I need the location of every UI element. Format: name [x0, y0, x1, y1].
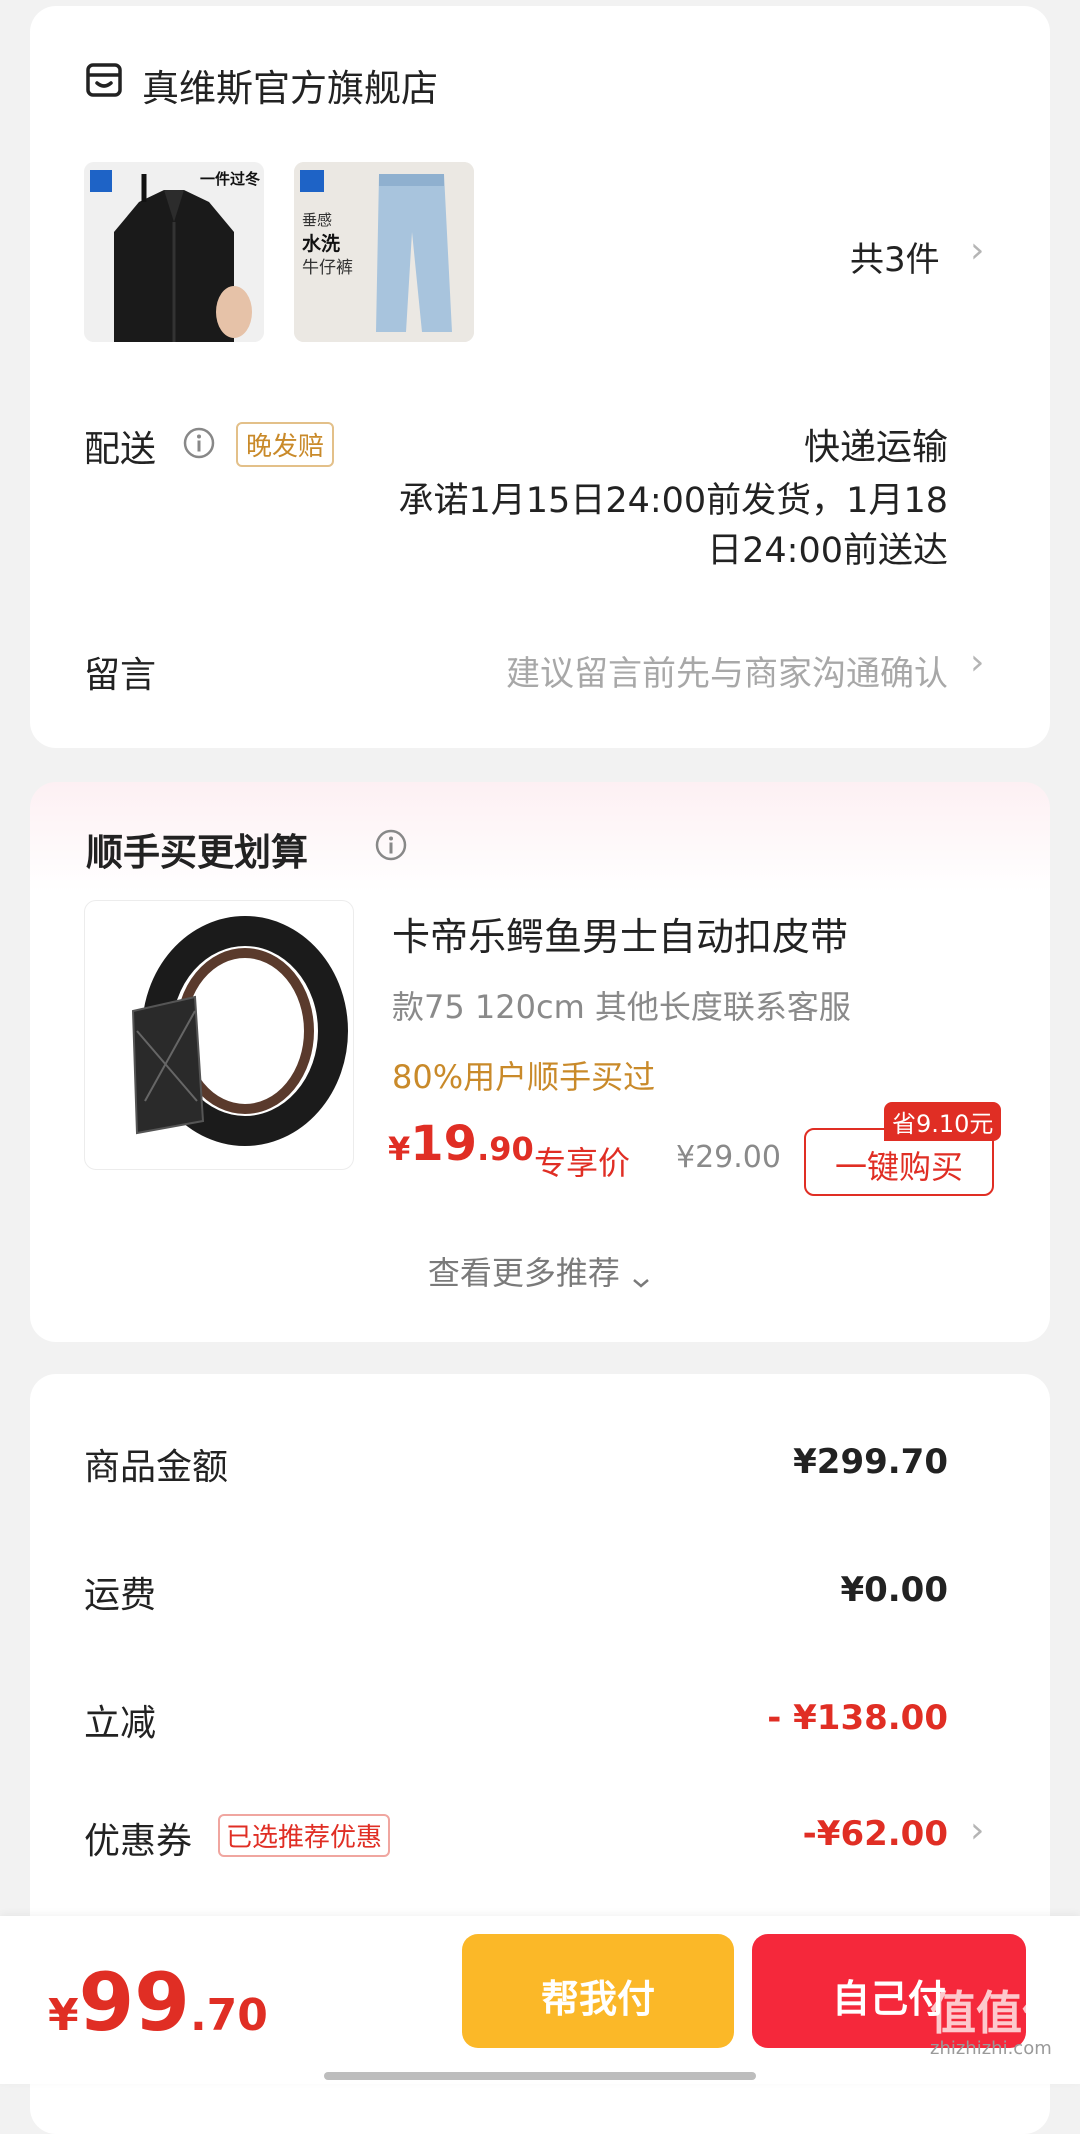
delivery-promise-line1: 承诺1月15日24:00前发货，1月18: [398, 481, 948, 521]
watermark-url: zhizhizhi.com: [930, 2038, 1052, 2059]
recommend-card: 顺手买更划算 卡帝乐鳄鱼男士自动扣皮带 款75 120cm 其他长度联系客服 8…: [30, 782, 1050, 1342]
total-price-dec: .70: [189, 1990, 268, 2041]
save-amount-badge: 省9.10元: [884, 1102, 1002, 1141]
message-label: 留言: [84, 655, 157, 696]
thumb-jeans-line3: 牛仔裤: [302, 258, 353, 278]
product-thumb-jeans[interactable]: 垂感 水洗 牛仔裤: [294, 162, 474, 342]
summary-coupon-label: 优惠券: [84, 1821, 193, 1862]
delivery-promise-line2: 日24:00前送达: [707, 531, 948, 571]
total-price: ¥99.70: [48, 1956, 268, 2049]
recommend-price-symbol: ¥: [388, 1130, 411, 1168]
help-pay-button[interactable]: 帮我付: [462, 1934, 734, 2048]
thumb-jeans-text: 垂感 水洗 牛仔裤: [302, 208, 353, 280]
total-price-int: 99: [78, 1956, 190, 2049]
summary-shipping-label: 运费: [84, 1575, 157, 1616]
message-input[interactable]: 建议留言前先与商家沟通确认: [506, 646, 948, 695]
info-icon[interactable]: [182, 426, 216, 460]
thumb-jeans-line2: 水洗: [302, 233, 341, 255]
recommend-original-price: ¥29.00: [676, 1140, 781, 1175]
recommend-social-proof: 80%用户顺手买过: [392, 1058, 656, 1096]
summary-goods-label: 商品金额: [84, 1447, 229, 1488]
summary-coupon-value[interactable]: -¥62.00: [803, 1814, 948, 1854]
summary-goods-value: ¥299.70: [793, 1442, 948, 1482]
watermark: 值值值 zhizhizhi.com: [930, 1990, 1068, 2058]
coupon-recommended-badge[interactable]: 已选推荐优惠: [218, 1814, 391, 1857]
see-more-label: 查看更多推荐: [427, 1254, 620, 1292]
chevron-down-icon: [630, 1264, 652, 1288]
summary-discount-label: 立减: [84, 1703, 157, 1744]
recommend-title: 顺手买更划算: [86, 831, 308, 874]
recommend-price-dec: .90: [477, 1130, 534, 1168]
watermark-main: 值值值: [930, 1986, 1068, 2040]
delivery-label: 配送: [84, 429, 157, 470]
item-count-chevron-icon[interactable]: ›: [970, 230, 984, 271]
recommend-info-icon[interactable]: [374, 828, 408, 862]
total-price-symbol: ¥: [48, 1990, 79, 2041]
thumb-jeans-line1: 垂感: [302, 211, 333, 229]
delivery-method: 快递运输: [803, 427, 948, 468]
see-more-recommend[interactable]: 查看更多推荐: [30, 1248, 1050, 1294]
summary-discount-value: - ¥138.00: [767, 1698, 948, 1738]
recommend-price: ¥19.90: [388, 1116, 534, 1172]
recommend-price-int: 19: [410, 1116, 478, 1172]
one-click-buy-label: 一键购买: [834, 1148, 963, 1186]
summary-shipping-value: ¥0.00: [840, 1570, 948, 1610]
order-store-card: 真维斯官方旗舰店 一件过冬 垂感 水洗 牛仔裤 共3件 › 配送 晚发赔 快递运…: [30, 6, 1050, 748]
item-count[interactable]: 共3件: [850, 232, 940, 281]
store-icon: [84, 60, 124, 100]
recommend-product-image[interactable]: [84, 900, 354, 1170]
message-chevron-icon[interactable]: ›: [970, 642, 984, 683]
recommend-item-name[interactable]: 卡帝乐鳄鱼男士自动扣皮带: [392, 906, 848, 961]
home-indicator: [324, 2072, 756, 2080]
store-name[interactable]: 真维斯官方旗舰店: [142, 58, 438, 112]
help-pay-label: 帮我付: [540, 1977, 655, 2021]
recommend-price-label: 专享价: [534, 1144, 631, 1182]
recommend-item-spec[interactable]: 款75 120cm 其他长度联系客服: [392, 982, 851, 1028]
coupon-chevron-icon[interactable]: ›: [970, 1810, 984, 1851]
product-thumb-jacket[interactable]: 一件过冬: [84, 162, 264, 342]
checkout-bar: ¥99.70 帮我付 自己付 值值值 zhizhizhi.com: [0, 1916, 1080, 2084]
late-compensation-badge[interactable]: 晚发赔: [236, 422, 335, 467]
thumb-jacket-tag: 一件过冬: [200, 170, 261, 188]
